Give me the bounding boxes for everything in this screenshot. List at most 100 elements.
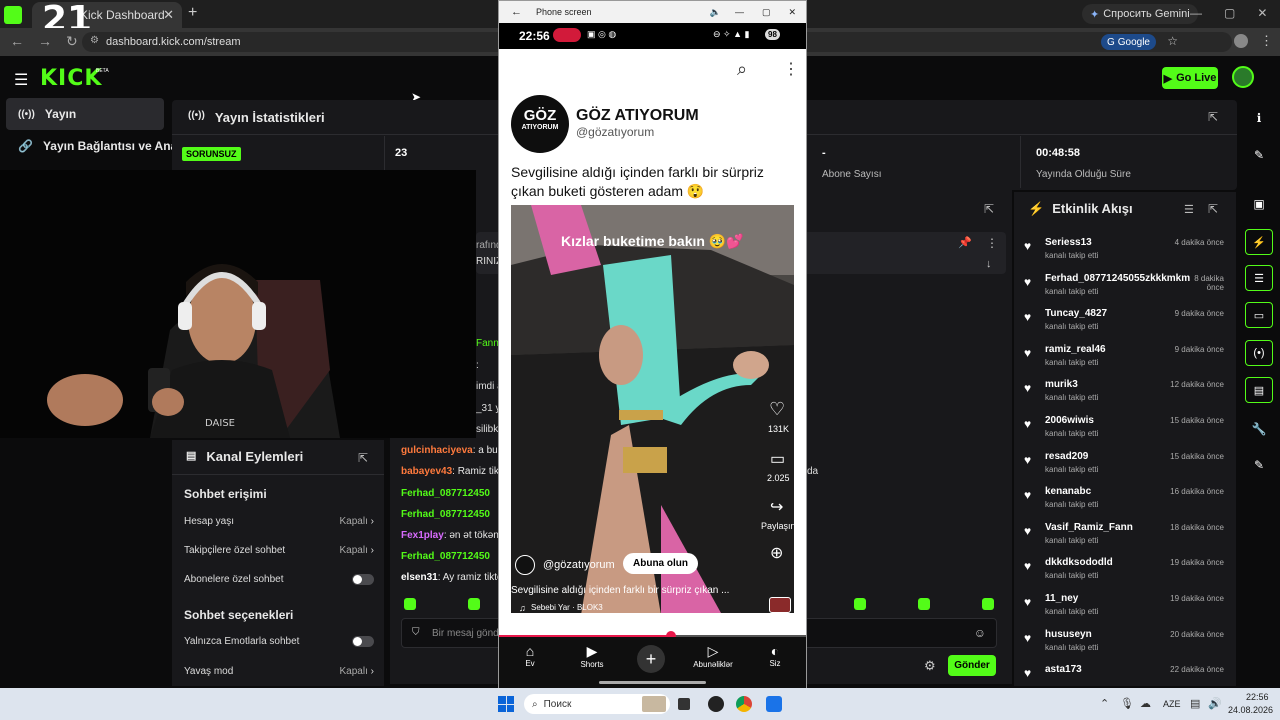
weather-icon[interactable]: ☁ (1140, 697, 1151, 710)
nav-you[interactable]: ◐ Siz (765, 643, 785, 668)
taskbar-date[interactable]: 24.08.2026 (1228, 705, 1273, 715)
minimize-icon[interactable]: — (735, 7, 744, 17)
nav-subscriptions[interactable]: ▷ Abunəliklər (691, 643, 735, 669)
setting-slow-mode[interactable]: Yavaş mod Kapalı › (184, 666, 374, 677)
emote-icon[interactable] (918, 598, 930, 610)
reload-icon[interactable]: ↻ (66, 33, 78, 50)
send-button[interactable]: Gönder (948, 655, 996, 676)
expand-icon[interactable]: ⇱ (1208, 110, 1218, 124)
close-icon[interactable]: ✕ (163, 7, 174, 23)
gear-icon[interactable]: ⚙ (924, 658, 936, 674)
volume-icon[interactable]: 🔈 (710, 7, 721, 18)
filter-icon[interactable]: ☰ (1184, 203, 1194, 216)
task-view-icon[interactable] (678, 698, 690, 710)
taskbar-clock[interactable]: 22:56 (1246, 692, 1269, 702)
share-icon[interactable]: ↪ (770, 497, 783, 517)
emoji-icon[interactable]: ☺ (974, 626, 986, 640)
taskbar-widget-icon[interactable] (642, 696, 666, 712)
channel-handle[interactable]: @gözatıyorum (576, 125, 654, 139)
tray-chevron-icon[interactable]: ⌃ (1100, 697, 1109, 710)
shield-icon[interactable]: ⛉ (412, 627, 420, 638)
close-window-icon[interactable]: ✕ (1257, 6, 1267, 20)
feed-username[interactable]: Seriess13 (1045, 237, 1092, 248)
feed-username[interactable]: murik3 (1045, 379, 1078, 390)
kick-logo[interactable]: KICK (40, 66, 102, 91)
chat-username[interactable]: elsen31 (401, 572, 438, 583)
emote-icon[interactable] (468, 598, 480, 610)
chat-username[interactable]: Ferhad_087712450 (401, 551, 490, 562)
feed-username[interactable]: Ferhad_08771245055zkkkmkm (1045, 273, 1190, 284)
music-label[interactable]: Sebebi Yar · BLOK3 (531, 603, 603, 612)
nav-shorts[interactable]: ▶ Shorts (575, 643, 609, 669)
media-icon[interactable]: ▣ (1245, 191, 1273, 217)
bookmark-star-icon[interactable]: ☆ (1167, 34, 1178, 48)
chat-username[interactable]: Ferhad_087712450 (401, 488, 490, 499)
new-tab-icon[interactable]: + (188, 4, 197, 22)
back-icon[interactable]: ← (10, 33, 24, 50)
speaker-icon[interactable]: 🔊 (1208, 697, 1222, 710)
gemini-button[interactable]: ✦ Спросить Gemini (1082, 4, 1198, 24)
setting-followers-only[interactable]: Takipçilere özel sohbet Kapalı › (184, 545, 374, 556)
channel-name[interactable]: GÖZ ATIYORUM (576, 107, 699, 125)
lightning-icon[interactable]: ⚡ (1245, 229, 1273, 255)
back-icon[interactable]: ← (511, 6, 522, 18)
maximize-icon[interactable]: ▢ (1224, 6, 1235, 20)
chat-username[interactable]: Fex1play (401, 530, 444, 541)
emote-only-toggle[interactable] (352, 636, 374, 647)
maximize-icon[interactable]: ▢ (762, 7, 771, 18)
feed-username[interactable]: Tuncay_4827 (1045, 308, 1107, 319)
avatar[interactable] (1232, 66, 1254, 88)
expand-icon[interactable]: ⇱ (1208, 202, 1218, 216)
google-chip[interactable]: G Google (1100, 34, 1156, 50)
like-icon[interactable]: ♡ (769, 399, 785, 420)
language-indicator[interactable]: AZE (1163, 699, 1181, 709)
feed-username[interactable]: ramiz_real46 (1045, 344, 1106, 355)
list-icon[interactable]: ☰ (1245, 265, 1273, 291)
feed-username[interactable]: dkkdksododld (1045, 557, 1113, 568)
expand-icon[interactable]: ⇱ (358, 451, 368, 465)
emote-icon[interactable] (854, 598, 866, 610)
feed-username[interactable]: asta173 (1045, 664, 1082, 675)
chat-username[interactable]: babayev43 (401, 466, 452, 477)
nav-home[interactable]: ⌂ Ev (517, 643, 543, 668)
feed-username[interactable]: 2006wiwis (1045, 415, 1094, 426)
feed-username[interactable]: 11_ney (1045, 593, 1078, 604)
bottom-handle[interactable]: @gözatıyorum (543, 559, 615, 571)
minimize-icon[interactable]: — (1190, 6, 1202, 20)
sidebar-item-yayin[interactable]: ((•)) Yayın (6, 98, 164, 130)
broadcast-icon[interactable]: (•) (1245, 340, 1273, 366)
chat-username[interactable]: Ferhad_087712450 (401, 509, 490, 520)
setting-account-age[interactable]: Hesap yaşı Kapalı › (184, 516, 374, 527)
comment-icon[interactable]: ▭ (770, 449, 785, 469)
menu-dots-icon[interactable]: ⋮ (1260, 33, 1273, 49)
sidebar-item-stream-key[interactable]: 🔗 Yayın Bağlantısı ve Anahtar (6, 132, 172, 160)
windows-start-icon[interactable] (498, 696, 514, 712)
channel-mini-logo[interactable] (515, 555, 535, 575)
microphone-icon[interactable]: 🎙 (1120, 697, 1134, 710)
pin-icon[interactable]: 📌 (958, 236, 972, 249)
feed-username[interactable]: Vasif_Ramiz_Fann (1045, 522, 1133, 533)
chevron-down-icon[interactable]: ↓ (986, 258, 992, 270)
chat-icon[interactable]: ▭ (1245, 302, 1273, 328)
emote-icon[interactable] (404, 598, 416, 610)
subscribe-button[interactable]: Abuna olun (623, 553, 698, 574)
nav-create[interactable]: + (637, 645, 665, 673)
short-video[interactable]: Kızlar buketime bakın 🥹💕 ♡ 131K ▭ 2.025 … (511, 205, 794, 613)
forward-icon[interactable]: → (38, 33, 52, 50)
stats-icon[interactable]: ▤ (1245, 377, 1273, 403)
obs-icon[interactable] (708, 696, 724, 712)
site-info-icon[interactable]: ⚙ (90, 35, 99, 46)
chrome-icon[interactable] (736, 696, 752, 712)
profile-icon[interactable] (1234, 34, 1248, 48)
emote-icon[interactable] (982, 598, 994, 610)
feed-username[interactable]: hususeyn (1045, 629, 1092, 640)
close-icon[interactable]: ✕ (788, 7, 796, 18)
expand-icon[interactable]: ⇱ (984, 202, 994, 216)
go-live-button[interactable]: ▶ Go Live (1162, 67, 1218, 89)
hamburger-icon[interactable]: ☰ (14, 70, 28, 90)
feed-username[interactable]: resad209 (1045, 451, 1088, 462)
edit-icon[interactable]: ✎ (1245, 142, 1273, 168)
phone-link-icon[interactable] (766, 696, 782, 712)
channel-logo[interactable]: GÖZ ATIYORUM (511, 95, 569, 153)
info-icon[interactable]: ℹ (1245, 105, 1273, 131)
